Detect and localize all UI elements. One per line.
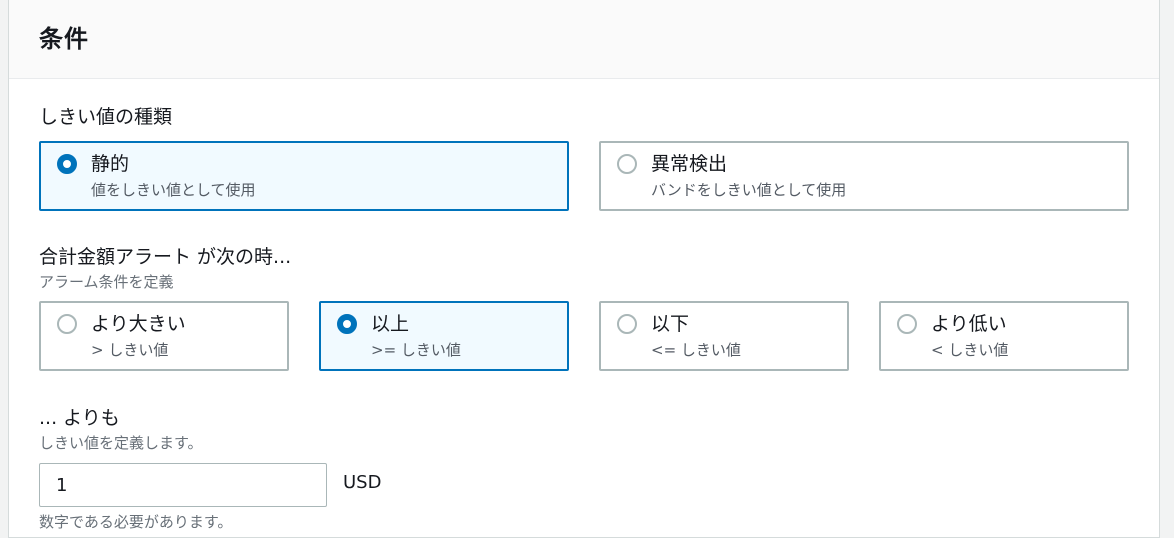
greater-equal-description: >= しきい値 bbox=[371, 341, 461, 359]
condition-greater-equal-tile[interactable]: 以上 >= しきい値 bbox=[319, 301, 569, 371]
radio-lower-equal[interactable] bbox=[617, 314, 637, 334]
threshold-type-anomaly-tile[interactable]: 異常検出 バンドをしきい値として使用 bbox=[599, 141, 1129, 211]
radio-static[interactable] bbox=[57, 154, 77, 174]
anomaly-detection-label: 異常検出 bbox=[651, 153, 728, 175]
greater-description: > しきい値 bbox=[91, 341, 169, 359]
lower-description: < しきい値 bbox=[931, 341, 1009, 359]
panel-header: 条件 bbox=[9, 0, 1159, 79]
radio-greater[interactable] bbox=[57, 314, 77, 334]
threshold-value-label: ... よりも bbox=[39, 407, 120, 429]
radio-greater-equal[interactable] bbox=[337, 314, 357, 334]
static-label: 静的 bbox=[91, 153, 130, 175]
lower-equal-label: 以下 bbox=[651, 313, 690, 335]
static-description: 値をしきい値として使用 bbox=[91, 181, 256, 199]
condition-lower-equal-tile[interactable]: 以下 <= しきい値 bbox=[599, 301, 849, 371]
condition-label: 合計金額アラート が次の時... bbox=[39, 246, 292, 268]
anomaly-detection-description: バンドをしきい値として使用 bbox=[651, 181, 847, 199]
threshold-value-input[interactable] bbox=[39, 463, 327, 507]
greater-equal-label: 以上 bbox=[371, 313, 410, 335]
condition-description: アラーム条件を定義 bbox=[39, 273, 174, 291]
threshold-type-static-tile[interactable]: 静的 値をしきい値として使用 bbox=[39, 141, 569, 211]
threshold-constraint-text: 数字である必要があります。 bbox=[39, 513, 233, 531]
threshold-value-description: しきい値を定義します。 bbox=[39, 434, 203, 452]
radio-anomaly-detection[interactable] bbox=[617, 154, 637, 174]
lower-label: より低い bbox=[931, 313, 1007, 335]
lower-equal-description: <= しきい値 bbox=[651, 341, 741, 359]
panel-title: 条件 bbox=[39, 25, 89, 53]
greater-label: より大きい bbox=[91, 313, 186, 335]
threshold-type-label: しきい値の種類 bbox=[39, 106, 173, 128]
conditions-panel: 条件 しきい値の種類 静的 値をしきい値として使用 異常検出 バンドをしきい値と… bbox=[8, 0, 1160, 538]
currency-unit: USD bbox=[343, 472, 382, 493]
condition-greater-tile[interactable]: より大きい > しきい値 bbox=[39, 301, 289, 371]
radio-lower[interactable] bbox=[897, 314, 917, 334]
condition-lower-tile[interactable]: より低い < しきい値 bbox=[879, 301, 1129, 371]
